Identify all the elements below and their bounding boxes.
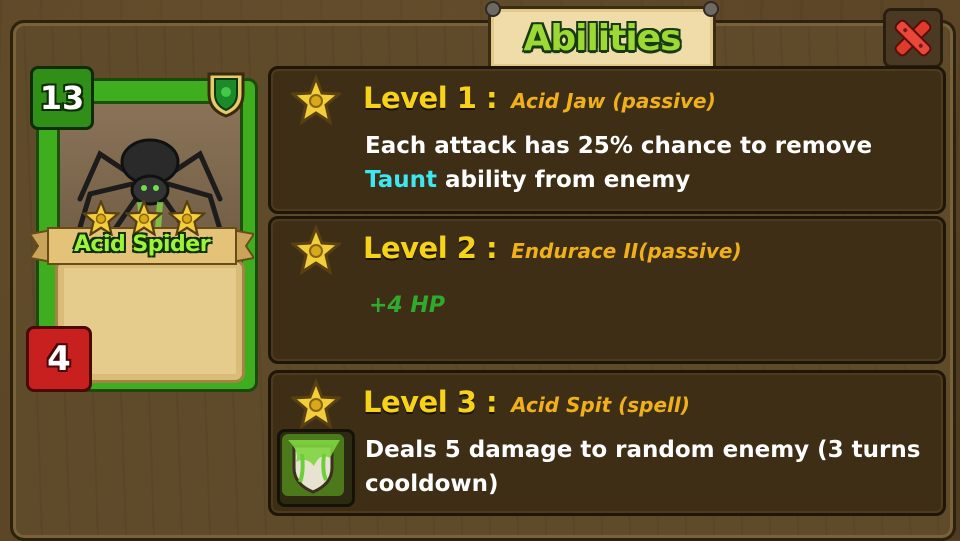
acid-shield-icon bbox=[282, 434, 344, 496]
ability-row-level-3: Level 3 : Acid Spit (spell) Deals 5 dama… bbox=[268, 370, 946, 516]
level-label: Level 2 : bbox=[363, 231, 498, 265]
star-icon bbox=[82, 200, 120, 236]
star-icon bbox=[125, 200, 163, 236]
ability-name: Acid Spit (spell) bbox=[511, 393, 690, 417]
ability-description: Each attack has 25% chance to remove Tau… bbox=[365, 133, 873, 193]
ability-row-level-1: Level 1 : Acid Jaw (passive) Each attack… bbox=[268, 66, 946, 214]
hp-effect: +4 HP bbox=[369, 293, 445, 318]
cost-badge: 13 bbox=[30, 66, 94, 130]
ability-row-level-2: Level 2 : Endurace II(passive) +4 HP bbox=[268, 216, 946, 364]
page-title: Abilities bbox=[523, 17, 681, 59]
acid-spit-spell-icon[interactable] bbox=[277, 429, 355, 507]
level-label: Level 1 : bbox=[363, 81, 498, 115]
title-banner: Abilities bbox=[485, 1, 719, 70]
ability-description: Deals 5 damage to random enemy (3 turns … bbox=[365, 437, 921, 497]
keyword-taunt: Taunt bbox=[365, 167, 437, 193]
ability-name: Acid Jaw (passive) bbox=[511, 89, 716, 113]
close-button[interactable] bbox=[883, 8, 943, 68]
star-icon bbox=[168, 200, 206, 236]
attack-badge: 4 bbox=[26, 326, 92, 392]
card-stars bbox=[82, 200, 206, 236]
shield-icon bbox=[207, 72, 245, 118]
card-name: Acid Spider bbox=[73, 232, 211, 257]
close-icon bbox=[894, 19, 932, 57]
star-icon bbox=[291, 225, 341, 275]
star-icon bbox=[291, 379, 341, 429]
level-label: Level 3 : bbox=[363, 385, 498, 419]
star-icon bbox=[291, 75, 341, 125]
ability-name: Endurace II(passive) bbox=[511, 239, 742, 263]
